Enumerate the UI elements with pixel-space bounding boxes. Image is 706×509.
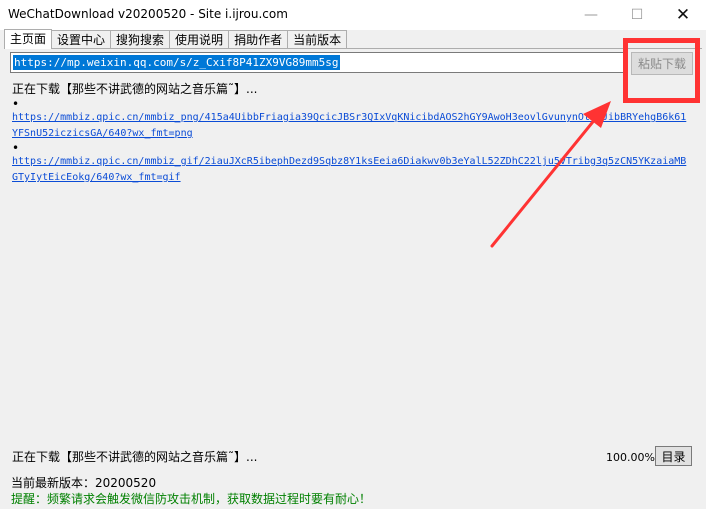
tab-settings[interactable]: 设置中心 (51, 30, 112, 49)
url-input-value: https://mp.weixin.qq.com/s/z_Cxif8P41ZX9… (13, 55, 340, 70)
window-title: WeChatDownload v20200520 - Site i.ijrou.… (8, 7, 288, 21)
close-button[interactable]: ✕ (660, 0, 706, 30)
download-log: 正在下载【那些不讲武德的网站之音乐篇˜】... • https://mmbiz.… (12, 80, 692, 186)
url-input[interactable]: https://mp.weixin.qq.com/s/z_Cxif8P41ZX9… (10, 52, 628, 73)
bullet-icon: • (12, 97, 20, 111)
tab-version[interactable]: 当前版本 (287, 30, 348, 49)
tab-bar: 主页面 设置中心 搜狗搜索 使用说明 捐助作者 当前版本 (4, 29, 348, 49)
tab-instructions[interactable]: 使用说明 (169, 30, 230, 49)
minimize-icon: — (584, 7, 598, 23)
latest-version-label: 当前最新版本：20200520 (11, 476, 157, 490)
progress-percent: 100.00% (606, 451, 655, 464)
image-link-png[interactable]: https://mmbiz.qpic.cn/mmbiz_png/415a4Uib… (12, 110, 690, 142)
minimize-button[interactable]: — (568, 0, 614, 30)
log-downloading-title: 正在下载【那些不讲武德的网站之音乐篇˜】... (12, 82, 258, 96)
maximize-button[interactable]: ☐ (614, 0, 660, 30)
directory-button[interactable]: 目录 (655, 446, 692, 466)
bullet-icon: • (12, 141, 20, 155)
tab-donate[interactable]: 捐助作者 (228, 30, 289, 49)
maximize-icon: ☐ (630, 7, 644, 23)
main-panel: https://mp.weixin.qq.com/s/z_Cxif8P41ZX9… (4, 38, 702, 469)
title-bar: WeChatDownload v20200520 - Site i.ijrou.… (0, 0, 706, 30)
tip-label: 提醒：频繁请求会触发微信防攻击机制，获取数据过程时要有耐心！ (11, 492, 372, 506)
tab-home[interactable]: 主页面 (4, 29, 53, 49)
tab-sogou-search[interactable]: 搜狗搜索 (110, 30, 171, 49)
status-text: 正在下载【那些不讲武德的网站之音乐篇˜】... (12, 450, 258, 464)
close-icon: ✕ (675, 5, 691, 25)
paste-download-button[interactable]: 粘贴下载 (631, 52, 693, 75)
image-link-gif[interactable]: https://mmbiz.qpic.cn/mmbiz_gif/2iauJXcR… (12, 154, 690, 186)
